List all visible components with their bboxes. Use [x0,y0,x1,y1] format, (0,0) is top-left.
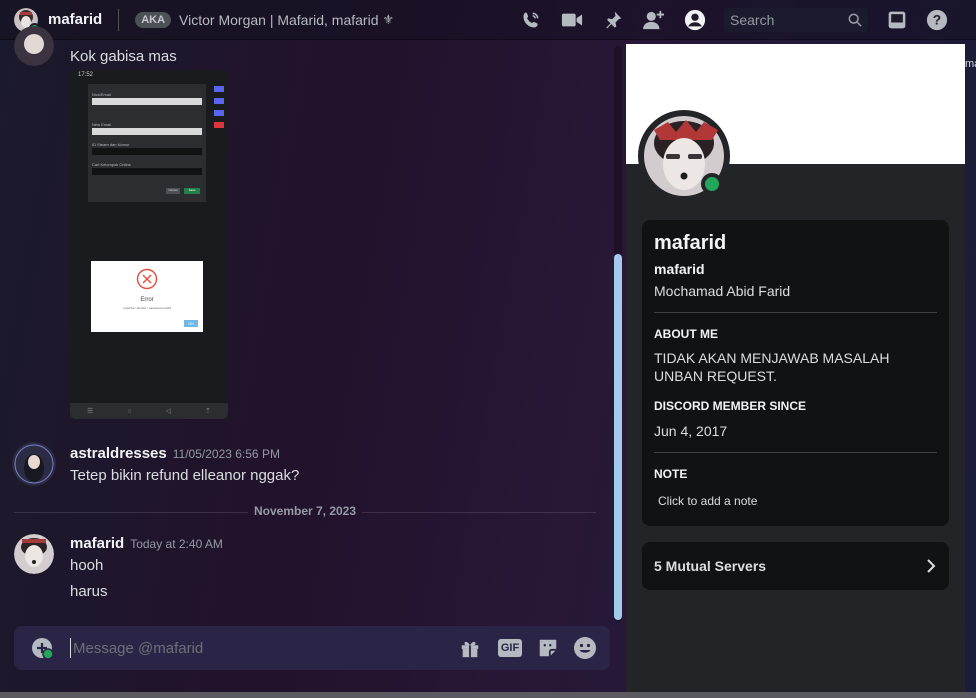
profile-divider [654,452,937,453]
date-divider-line [14,512,248,513]
form-field [92,168,202,175]
message-avatar[interactable] [12,442,56,486]
aka-badge: AKA [135,11,172,28]
scrollbar-thumb[interactable] [614,254,622,620]
add-friend-icon[interactable] [643,9,665,31]
profile-card: mafarid mafarid Mochamad Abid Farid ABOU… [642,220,949,526]
gif-label: GIF [497,639,523,657]
pin-icon[interactable] [602,9,624,31]
search-icon [848,13,862,27]
error-x-icon [136,268,158,290]
aka-names: Victor Morgan | Mafarid, mafarid [179,11,379,28]
message-avatar[interactable] [14,534,54,574]
message-text: harus [70,583,108,600]
gift-icon[interactable] [458,636,482,660]
help-icon[interactable]: ? [926,9,948,31]
message-input[interactable] [70,638,430,658]
message-author[interactable]: mafarid [70,535,124,552]
date-divider-line [362,512,596,513]
search-placeholder: Search [730,12,775,28]
about-me-title: ABOUT ME [654,327,718,341]
online-status-dot [701,173,723,195]
form-label: Cari Kelompok Online [92,162,131,167]
message-header: astraldresses 11/05/2023 6:56 PM [70,445,280,462]
header-separator [118,8,120,31]
emoji-icon[interactable] [573,636,597,660]
form-label: ID Steam dan Nomor [92,142,130,147]
video-call-icon[interactable] [561,9,583,31]
message-timestamp: Today at 2:40 AM [130,537,223,551]
phone-side-buttons [214,86,224,138]
gif-button[interactable]: GIF [497,636,523,660]
message-author[interactable]: astraldresses [70,445,167,462]
note-input[interactable]: Click to add a note [654,492,937,510]
error-ok-button: OK [184,320,198,327]
attach-plus-icon[interactable] [30,636,54,660]
image-attachment[interactable]: 17:52 Nick/Email New Email ID Steam dan … [70,70,228,419]
message-timestamp: 11/05/2023 6:56 PM [172,447,280,461]
message-composer: GIF [14,626,610,670]
bottom-edge [0,692,976,698]
nav-pin-icon: ⇡ [205,408,211,415]
phone-statusbar: 17:52 [70,70,228,80]
member-since-title: DISCORD MEMBER SINCE [654,399,807,413]
edge-text: ma [965,58,976,70]
aka-names-icon: ⚜ [382,11,395,27]
message-text: hooh [70,557,104,574]
search-input[interactable]: Search [724,8,868,32]
note-title: NOTE [654,467,688,481]
chat-area: Kok gabisa mas 17:52 Nick/Email New Emai… [0,26,626,698]
phone-navbar: ☰ ○ ◁ ⇡ [70,403,228,419]
form-save-button: Save [184,188,200,194]
mutual-servers-label: 5 Mutual Servers [654,558,767,574]
profile-divider [654,312,937,313]
error-text: Captcha / identity / password invalid [123,306,171,310]
nav-back-icon: ◁ [165,408,172,415]
profile-toggle-icon[interactable] [684,9,706,31]
message-text: Tetep bikin refund elleanor nggak? [70,467,300,484]
message-text: Kok gabisa mas [70,48,177,65]
nav-home-icon: ○ [127,407,132,415]
profile-display-name: mafarid [654,232,727,254]
phone-form: Nick/Email New Email ID Steam dan Nomor … [88,84,206,202]
form-cancel-button: Cancel [166,188,180,194]
error-dialog: Error Captcha / identity / password inva… [91,261,203,332]
svg-text:?: ? [933,13,941,28]
header-username[interactable]: mafarid [48,11,102,28]
profile-full-name: Mochamad Abid Farid [654,283,791,299]
sticker-icon[interactable] [536,636,560,660]
nav-recents-icon: ☰ [87,408,94,415]
mutual-servers-button[interactable]: 5 Mutual Servers [642,542,949,590]
voice-call-icon[interactable] [520,9,542,31]
channel-header: mafarid AKA Victor Morgan | Mafarid, maf… [0,0,976,40]
form-label: New Email [92,122,112,127]
message-avatar[interactable] [14,26,54,66]
phone-time: 17:52 [78,72,94,78]
form-field [92,98,202,105]
chevron-right-icon [927,559,936,573]
error-title: Error [140,297,154,303]
about-me-text: TIDAK AKAN MENJAWAB MASALAH UNBAN REQUES… [654,350,890,384]
message-header: mafarid Today at 2:40 AM [70,535,223,552]
date-divider: November 7, 2023 [253,504,357,518]
form-field [92,148,202,155]
user-profile-panel: mafarid mafarid Mochamad Abid Farid ABOU… [626,44,965,698]
inbox-icon[interactable] [886,9,908,31]
member-since-date: Jun 4, 2017 [654,423,728,439]
form-field [92,128,202,135]
header-toolbar: Search ? [520,0,976,40]
profile-avatar[interactable] [638,110,730,202]
form-label: Nick/Email [92,92,111,97]
profile-username[interactable]: mafarid [654,261,937,277]
